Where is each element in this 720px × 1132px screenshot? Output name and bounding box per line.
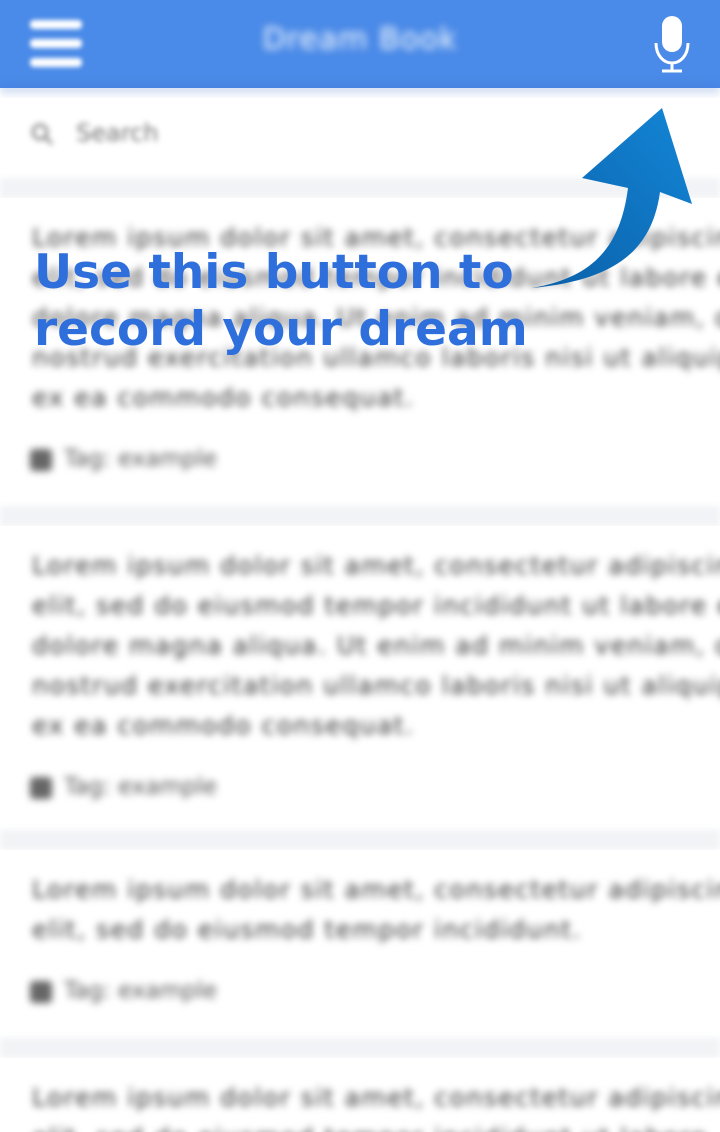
- entry-text-line: Lorem ipsum dolor sit amet, consectetur …: [32, 875, 720, 904]
- entry-tag: Tag: example: [30, 446, 217, 472]
- divider: [0, 1038, 720, 1058]
- search-icon: [31, 123, 54, 146]
- app-bar-shadow: [0, 84, 720, 98]
- entry-text-line: elit, sed do eiusmod tempor incididunt u…: [32, 591, 720, 620]
- microphone-icon: [654, 16, 690, 73]
- search-input[interactable]: [74, 118, 378, 148]
- tag-icon: [30, 776, 52, 799]
- app-bar: Dream Book: [0, 0, 720, 88]
- entry-text-line: elit, sed do eiusmod tempor incididunt.: [32, 915, 582, 944]
- app-title: Dream Book: [262, 22, 458, 57]
- dream-entry[interactable]: Lorem ipsum dolor sit amet, consectetur …: [0, 1058, 720, 1132]
- tag-icon: [30, 448, 52, 471]
- entry-text-line: Lorem ipsum dolor sit amet, consectetur …: [32, 551, 720, 580]
- search-bar: [0, 98, 720, 174]
- dream-entry[interactable]: Lorem ipsum dolor sit amet, consectetur …: [0, 850, 720, 1030]
- app-background: Dream Book Lorem ipsum dolor sit ame: [0, 0, 720, 1132]
- entry-text-line: Lorem ipsum dolor sit amet, consectetur …: [32, 223, 720, 252]
- entry-text-line: ex ea commodo consequat.: [32, 383, 415, 412]
- entry-tag: Tag: example: [30, 978, 217, 1004]
- entry-text-line: Lorem ipsum dolor sit amet, consectetur …: [32, 1083, 720, 1112]
- dream-entry[interactable]: Lorem ipsum dolor sit amet, consectetur …: [0, 526, 720, 826]
- entry-text-line: dolore magna aliqua. Ut enim ad minim ve…: [32, 303, 720, 332]
- tag-icon: [30, 980, 52, 1003]
- entry-text-line: nostrud exercitation ullamco laboris nis…: [32, 343, 720, 372]
- entry-tag-label: Tag: example: [64, 446, 217, 472]
- divider: [0, 506, 720, 526]
- divider: [0, 178, 720, 198]
- page: Dream Book Lorem ipsum dolor sit ame: [0, 0, 720, 1132]
- entry-text-line: ex ea commodo consequat.: [32, 711, 415, 740]
- entry-text-line: elit, sed do eiusmod tempor incididunt u…: [32, 1118, 717, 1132]
- dream-entry[interactable]: Lorem ipsum dolor sit amet, consectetur …: [0, 198, 720, 498]
- entry-tag-label: Tag: example: [64, 978, 217, 1004]
- entry-text-line: elit, sed do eiusmod tempor incididunt u…: [32, 263, 720, 292]
- entry-tag: Tag: example: [30, 774, 217, 800]
- entry-text-line: nostrud exercitation ullamco laboris nis…: [32, 671, 720, 700]
- entry-tag-label: Tag: example: [64, 774, 217, 800]
- entry-text-line: dolore magna aliqua. Ut enim ad minim ve…: [32, 631, 720, 660]
- menu-bar-bottom: [30, 58, 82, 67]
- divider: [0, 830, 720, 850]
- record-dream-button[interactable]: [640, 10, 708, 78]
